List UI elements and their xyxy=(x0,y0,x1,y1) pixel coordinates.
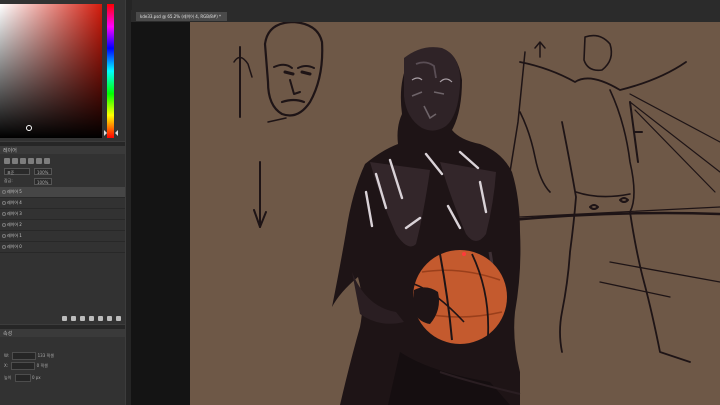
hue-marker-left[interactable] xyxy=(104,130,107,136)
property-field[interactable] xyxy=(12,352,37,360)
shape-filter-icon[interactable] xyxy=(36,158,42,164)
property-value: 0 픽셀 xyxy=(36,363,48,368)
property-label: 높이 xyxy=(4,375,12,380)
properties-panel-tab[interactable]: 속성 xyxy=(0,329,125,337)
opacity-field[interactable]: 100% xyxy=(34,168,52,175)
fill-field[interactable]: 100% xyxy=(34,178,52,185)
link-layers-icon[interactable] xyxy=(62,316,67,321)
visibility-eye-icon[interactable] xyxy=(2,201,6,205)
property-row: 높이 0 px xyxy=(4,374,41,382)
layer-row[interactable]: 레이어 5 xyxy=(0,187,125,198)
new-group-icon[interactable] xyxy=(98,316,103,321)
property-row: W: 133 픽셀 xyxy=(4,352,54,360)
adjustment-layer-icon[interactable] xyxy=(89,316,94,321)
left-panel: 레이어 표준 100% 잠금: 100% 레이어 5 레이어 4 레이어 3 레… xyxy=(0,0,125,405)
property-label: W: xyxy=(4,353,10,358)
artboard[interactable] xyxy=(190,22,720,405)
adjustment-filter-icon[interactable] xyxy=(20,158,26,164)
layer-name: 레이어 5 xyxy=(7,189,22,194)
add-mask-icon[interactable] xyxy=(80,316,85,321)
layer-name: 레이어 4 xyxy=(7,200,22,205)
layer-name: 레이어 0 xyxy=(7,244,22,249)
visibility-eye-icon[interactable] xyxy=(2,234,6,238)
layer-name: 레이어 3 xyxy=(7,211,22,216)
property-value: 0 px xyxy=(31,375,41,380)
visibility-eye-icon[interactable] xyxy=(2,245,6,249)
visibility-eye-icon[interactable] xyxy=(2,190,6,194)
new-layer-icon[interactable] xyxy=(107,316,112,321)
layers-panel-tab[interactable]: 레이어 xyxy=(0,146,125,154)
document-tab-bar: kde33.psd @ 65.2% (레이어 4, RGB/8#) * xyxy=(131,10,720,22)
layer-name: 레이어 2 xyxy=(7,222,22,227)
blend-mode-select[interactable]: 표준 xyxy=(4,168,30,175)
properties-tab-label: 속성 xyxy=(3,331,13,337)
color-picker-field[interactable] xyxy=(0,4,102,138)
visibility-eye-icon[interactable] xyxy=(2,223,6,227)
artwork-canvas[interactable] xyxy=(190,22,720,405)
document-tab[interactable]: kde33.psd @ 65.2% (레이어 4, RGB/8#) * xyxy=(136,12,228,21)
hue-slider[interactable] xyxy=(107,4,114,138)
smart-object-filter-icon[interactable] xyxy=(44,158,50,164)
layer-row[interactable]: 레이어 2 xyxy=(0,220,125,231)
layers-tab-label: 레이어 xyxy=(3,148,17,154)
delete-layer-icon[interactable] xyxy=(116,316,121,321)
layer-row[interactable]: 레이어 0 xyxy=(0,242,125,253)
layer-filter-toolbar xyxy=(4,158,50,164)
canvas-area[interactable] xyxy=(131,22,720,405)
hue-marker-right[interactable] xyxy=(115,130,118,136)
property-field[interactable] xyxy=(11,362,36,370)
layer-name: 레이어 1 xyxy=(7,233,22,238)
visibility-eye-icon[interactable] xyxy=(2,212,6,216)
layer-list: 레이어 5 레이어 4 레이어 3 레이어 2 레이어 1 레이어 0 xyxy=(0,187,125,253)
type-filter-icon[interactable] xyxy=(28,158,34,164)
layer-footer-toolbar xyxy=(62,316,121,321)
property-row: X: 0 픽셀 xyxy=(4,362,48,370)
property-field[interactable] xyxy=(14,374,31,382)
property-label: X: xyxy=(4,363,9,368)
color-picker-ring[interactable] xyxy=(26,125,32,131)
lock-label: 잠금: xyxy=(4,178,13,183)
filter-kind-icon[interactable] xyxy=(4,158,10,164)
layer-style-icon[interactable] xyxy=(71,316,76,321)
layer-row[interactable]: 레이어 1 xyxy=(0,231,125,242)
image-filter-icon[interactable] xyxy=(12,158,18,164)
layer-row[interactable]: 레이어 4 xyxy=(0,198,125,209)
property-value: 133 픽셀 xyxy=(37,353,54,358)
layer-row[interactable]: 레이어 3 xyxy=(0,209,125,220)
